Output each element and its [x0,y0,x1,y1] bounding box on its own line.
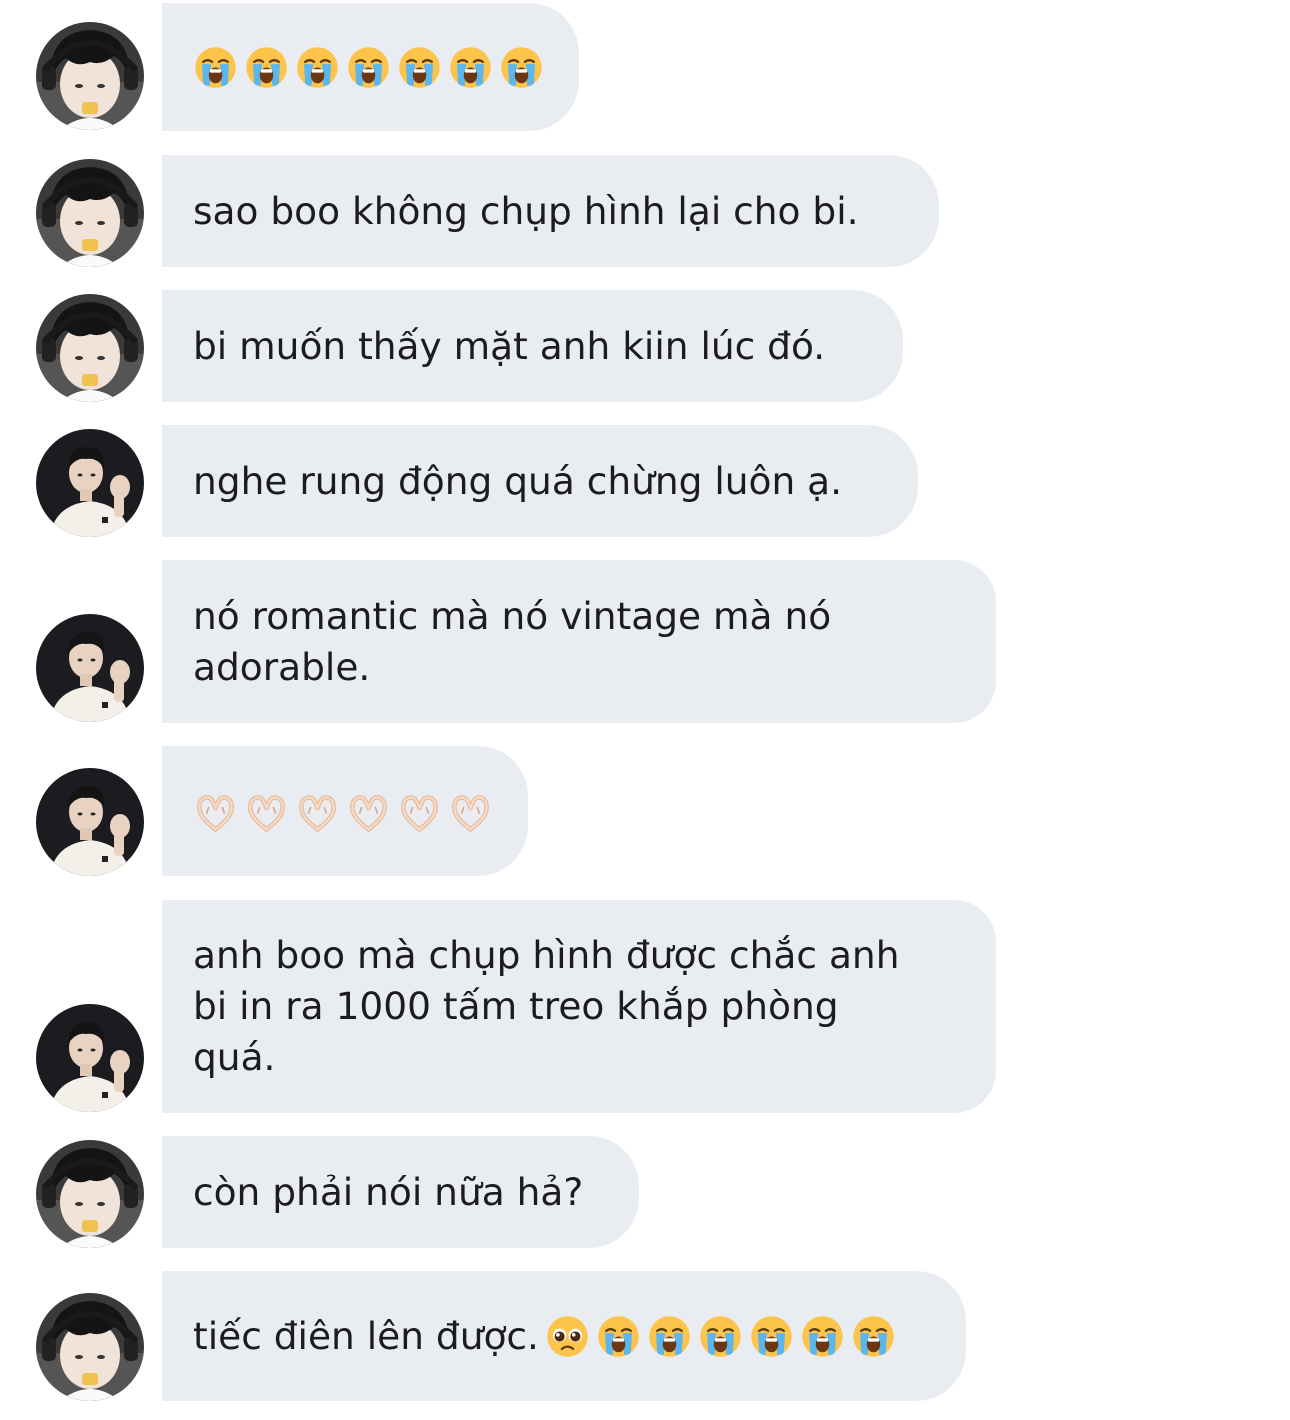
message-text: tiếc điên lên được. [193,1313,539,1358]
message-bubble[interactable] [162,3,579,131]
message-row: sao boo không chụp hình lại cho bi. [0,155,1290,267]
message-row: nghe rung động quá chừng luôn ạ. [0,425,1290,537]
heart-hands-icon [295,789,340,834]
avatar[interactable] [36,159,144,267]
message-bubble[interactable]: còn phải nói nữa hả? [162,1136,639,1248]
loudly-crying-face-icon [244,45,289,90]
avatar[interactable] [36,1293,144,1401]
message-text: còn phải nói nữa hả? [193,1169,584,1214]
pleading-face-icon [545,1314,590,1359]
message-text: bi muốn thấy mặt anh kiin lúc đó. [193,323,826,368]
avatar[interactable] [36,429,144,537]
message-row: tiếc điên lên được. [0,1271,1290,1401]
loudly-crying-face-icon [448,45,493,90]
avatar[interactable] [36,1004,144,1112]
message-text: nghe rung động quá chừng luôn ạ. [193,458,843,503]
avatar[interactable] [36,22,144,130]
avatar[interactable] [36,614,144,722]
loudly-crying-face-icon [800,1314,845,1359]
message-text: nó romantic mà nó vintage mà nó adorable… [193,593,832,689]
loudly-crying-face-icon [698,1314,743,1359]
loudly-crying-face-icon [346,45,391,90]
emoji-group [193,45,544,90]
message-text: sao boo không chụp hình lại cho bi. [193,188,859,233]
emoji-group [193,789,493,834]
message-row: bi muốn thấy mặt anh kiin lúc đó. [0,290,1290,402]
loudly-crying-face-icon [193,45,238,90]
loudly-crying-face-icon [397,45,442,90]
heart-hands-icon [448,789,493,834]
loudly-crying-face-icon [749,1314,794,1359]
message-bubble[interactable]: tiếc điên lên được. [162,1271,966,1401]
message-bubble[interactable]: bi muốn thấy mặt anh kiin lúc đó. [162,290,903,402]
heart-hands-icon [346,789,391,834]
avatar[interactable] [36,768,144,876]
heart-hands-icon [193,789,238,834]
message-bubble[interactable] [162,746,528,876]
message-row [0,0,1290,135]
message-bubble[interactable]: nghe rung động quá chừng luôn ạ. [162,425,918,537]
loudly-crying-face-icon [647,1314,692,1359]
message-bubble[interactable]: anh boo mà chụp hình được chắc anh bi in… [162,900,996,1113]
heart-hands-icon [244,789,289,834]
message-text: anh boo mà chụp hình được chắc anh bi in… [193,933,900,1079]
loudly-crying-face-icon [499,45,544,90]
message-bubble[interactable]: nó romantic mà nó vintage mà nó adorable… [162,560,996,723]
avatar[interactable] [36,1140,144,1248]
loudly-crying-face-icon [295,45,340,90]
message-row: còn phải nói nữa hả? [0,1136,1290,1248]
heart-hands-icon [397,789,442,834]
message-row: anh boo mà chụp hình được chắc anh bi in… [0,900,1290,1113]
message-bubble[interactable]: sao boo không chụp hình lại cho bi. [162,155,939,267]
loudly-crying-face-icon [851,1314,896,1359]
message-row: nó romantic mà nó vintage mà nó adorable… [0,560,1290,723]
loudly-crying-face-icon [596,1314,641,1359]
message-row [0,746,1290,876]
avatar[interactable] [36,294,144,402]
